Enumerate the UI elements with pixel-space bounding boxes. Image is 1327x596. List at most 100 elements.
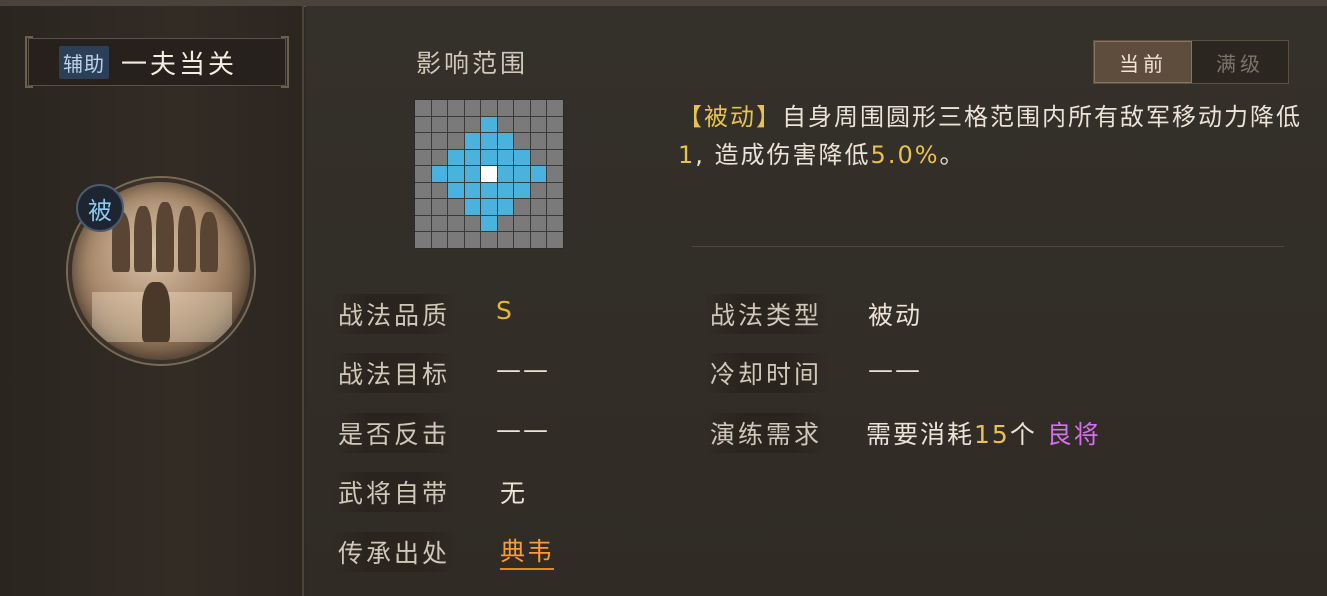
range-cell: [547, 199, 563, 215]
range-cell-active: [464, 182, 481, 199]
quality-value: S: [496, 296, 514, 325]
range-cell: [547, 116, 563, 133]
range-cell-active: [514, 166, 530, 182]
range-cell: [530, 232, 547, 248]
range-cell: [415, 166, 431, 182]
range-cell-active: [497, 133, 514, 149]
range-cell: [431, 215, 448, 232]
range-cell: [497, 100, 514, 116]
range-cell: [514, 215, 530, 232]
range-cell: [514, 116, 530, 133]
range-cell: [431, 133, 448, 149]
quality-label: 战法品质: [332, 294, 457, 334]
range-cell: [530, 182, 547, 199]
soldier-figure: [156, 202, 174, 272]
skill-name: 一夫当关: [121, 49, 238, 80]
range-cell: [547, 215, 563, 232]
range-cell: [530, 199, 547, 215]
drill-item: 良将: [1046, 420, 1101, 449]
target-label: 战法目标: [332, 353, 457, 393]
toggle-max-level[interactable]: 满级: [1192, 41, 1288, 83]
range-cell-active: [481, 116, 497, 133]
range-cell-active: [497, 166, 514, 182]
desc-text-1: 自身周围圆形三格范围内所有敌军移动力降低: [782, 103, 1302, 131]
range-cell-active: [481, 182, 497, 199]
range-cell-active: [464, 199, 481, 215]
range-cell: [547, 182, 563, 199]
desc-number-1: 1: [678, 141, 696, 169]
cooldown-label: 冷却时间: [704, 353, 829, 393]
range-cell: [514, 133, 530, 149]
range-cell: [547, 100, 563, 116]
type-value: 被动: [868, 301, 923, 330]
range-cell-active: [448, 182, 464, 199]
counter-label: 是否反击: [332, 413, 457, 453]
range-cell-active: [514, 182, 530, 199]
range-cell-active: [448, 166, 464, 182]
range-cell: [464, 215, 481, 232]
range-cell: [497, 232, 514, 248]
range-cell: [448, 100, 464, 116]
skill-category-tag: 辅助: [59, 45, 109, 79]
range-cell: [464, 232, 481, 248]
soldier-figure: [200, 212, 218, 272]
desc-text-3: 。: [939, 141, 966, 169]
range-cell: [464, 116, 481, 133]
range-cell: [464, 100, 481, 116]
skill-name-bar: 辅助 一夫当关: [25, 36, 289, 88]
range-title: 影响范围: [416, 49, 529, 78]
range-cell: [415, 116, 431, 133]
range-cell: [514, 199, 530, 215]
range-cell-active: [497, 182, 514, 199]
range-cell: [514, 100, 530, 116]
toggle-current[interactable]: 当前: [1094, 41, 1192, 83]
counter-value: ——: [496, 415, 550, 444]
range-cell: [530, 215, 547, 232]
range-cell-active: [448, 149, 464, 166]
range-cell: [415, 182, 431, 199]
drill-prefix: 需要消耗: [866, 420, 975, 449]
range-cell: [415, 215, 431, 232]
range-cell-active: [464, 149, 481, 166]
range-cell: [431, 149, 448, 166]
level-toggle[interactable]: 当前 满级: [1093, 40, 1289, 84]
guard-figure: [142, 282, 170, 342]
soldier-figure: [134, 206, 152, 272]
range-cell: [530, 133, 547, 149]
desc-keyword: 【被动】: [678, 103, 782, 131]
drill-count: 15: [974, 420, 1010, 449]
range-cell: [415, 100, 431, 116]
range-cell: [431, 100, 448, 116]
range-cell: [497, 116, 514, 133]
range-cell: [431, 199, 448, 215]
source-hero-link[interactable]: 典韦: [500, 532, 555, 570]
range-cell-active: [497, 149, 514, 166]
range-cell-active: [481, 133, 497, 149]
range-grid: [414, 99, 564, 249]
drill-unit: 个: [1009, 420, 1037, 449]
own-label: 武将自带: [332, 472, 457, 512]
range-cell-active: [481, 199, 497, 215]
range-cell: [448, 199, 464, 215]
range-cell: [431, 232, 448, 248]
range-cell: [448, 232, 464, 248]
own-value: 无: [500, 479, 528, 508]
desc-text-2: , 造成伤害降低: [695, 141, 871, 169]
passive-badge: 被: [76, 184, 124, 232]
divider: [692, 246, 1284, 247]
range-cell-active: [464, 166, 481, 182]
type-label: 战法类型: [704, 294, 829, 334]
range-cell: [547, 149, 563, 166]
range-cell: [497, 215, 514, 232]
range-cell: [431, 116, 448, 133]
range-cell: [530, 116, 547, 133]
range-cell: [448, 133, 464, 149]
range-cell: [481, 100, 497, 116]
drill-label: 演练需求: [704, 413, 829, 453]
range-cell-active: [497, 199, 514, 215]
range-cell: [448, 215, 464, 232]
cooldown-value: ——: [868, 355, 922, 384]
range-cell: [481, 232, 497, 248]
range-cell-active: [431, 166, 448, 182]
desc-number-2: 5.0%: [870, 141, 940, 169]
